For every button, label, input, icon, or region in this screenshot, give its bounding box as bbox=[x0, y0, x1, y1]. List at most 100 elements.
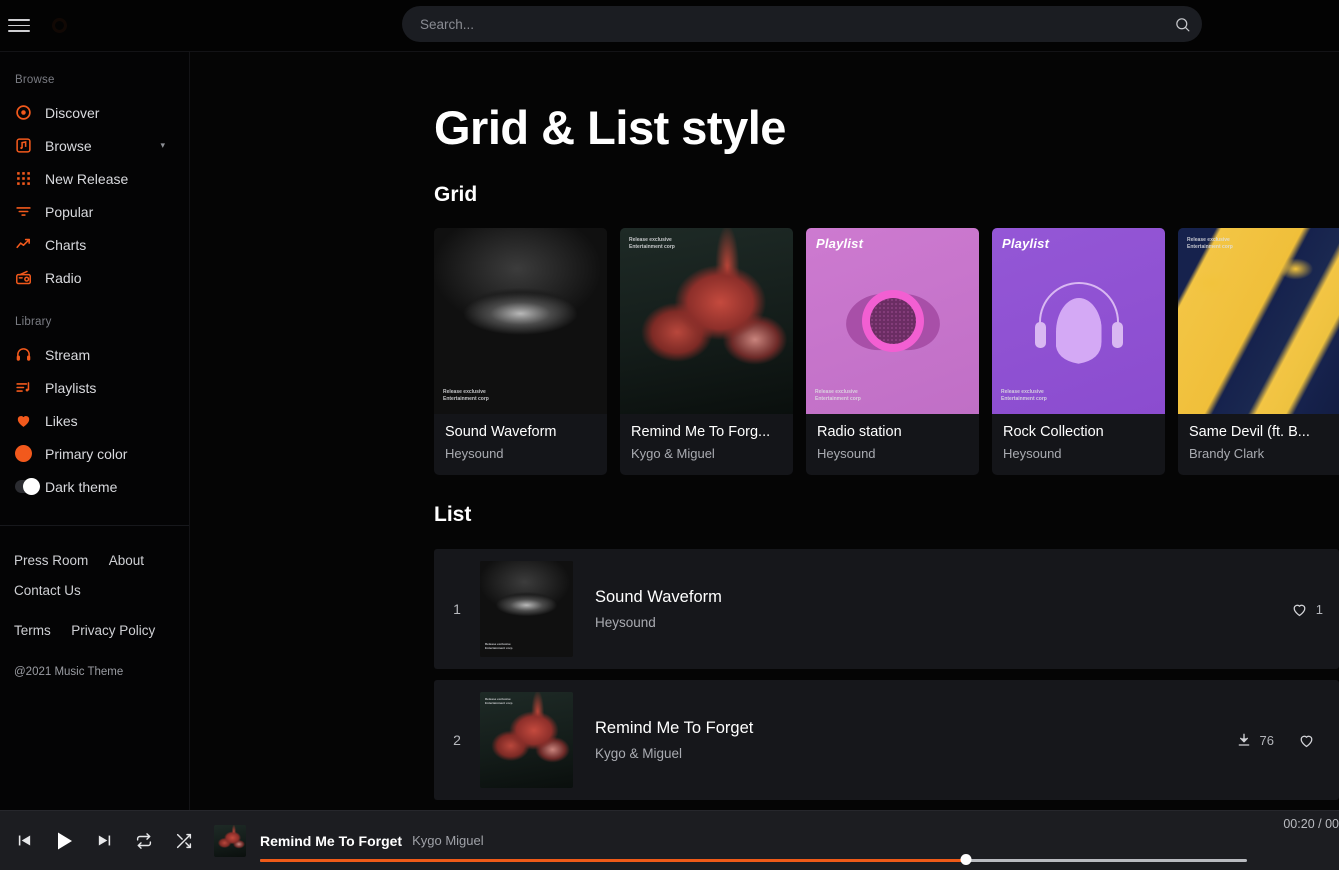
row-artist: Kygo & Miguel bbox=[595, 746, 683, 761]
like-action[interactable]: 1 bbox=[1291, 601, 1323, 618]
grid-card[interactable]: Release exclusive Entertainment corp Lip… bbox=[434, 228, 607, 475]
sidebar-item-new-release[interactable]: New Release bbox=[0, 162, 189, 195]
player-progress-fill bbox=[260, 858, 966, 862]
sidebar-item-discover[interactable]: Discover bbox=[0, 96, 189, 129]
hamburger-bar bbox=[8, 19, 30, 21]
card-artist: Heysound bbox=[817, 446, 876, 461]
grid-dots-icon bbox=[15, 170, 39, 187]
like-action[interactable] bbox=[1298, 732, 1323, 749]
play-icon[interactable] bbox=[44, 821, 84, 861]
grid-card[interactable]: Release exclusive Entertainment corp SLE… bbox=[1178, 228, 1339, 475]
download-icon[interactable] bbox=[1236, 732, 1252, 748]
search-input[interactable] bbox=[402, 16, 1162, 32]
player-album-thumbnail[interactable] bbox=[214, 824, 246, 857]
section-title-list: List bbox=[434, 503, 472, 526]
sidebar-item-label: Playlists bbox=[45, 379, 97, 396]
footer-row-primary: Press Room About bbox=[14, 552, 189, 570]
color-dot-icon bbox=[15, 445, 39, 462]
grid-card[interactable]: Release exclusive Entertainment corp BIR… bbox=[620, 228, 793, 475]
player-track-info: Remind Me To Forget Kygo Miguel bbox=[260, 821, 1247, 865]
card-artist: Brandy Clark bbox=[1189, 446, 1265, 461]
download-action[interactable]: 76 bbox=[1236, 732, 1274, 748]
sidebar-item-dark-theme[interactable]: Dark theme bbox=[0, 470, 189, 503]
footer-link-contact-us[interactable]: Contact Us bbox=[14, 583, 81, 598]
player-current-time: 00:20 bbox=[1283, 816, 1315, 831]
skip-next-icon[interactable] bbox=[84, 821, 124, 861]
row-thumbnail: Release exclusive Entertainment corp BIR… bbox=[480, 692, 573, 788]
sidebar-item-popular[interactable]: Popular bbox=[0, 195, 189, 228]
playlist-badge: Playlist bbox=[816, 236, 864, 251]
section-title-grid: Grid bbox=[434, 183, 478, 206]
headphone-body bbox=[1056, 298, 1102, 364]
table-row[interactable]: 2 Release exclusive Entertainment corp B… bbox=[434, 680, 1339, 800]
artwork-release-tag: Release exclusive Entertainment corp bbox=[443, 389, 489, 402]
vinyl-disc-icon bbox=[841, 282, 944, 360]
brand-logo[interactable]: Music bbox=[52, 9, 130, 43]
artwork-release-tag: Release exclusive Entertainment corp bbox=[1001, 389, 1047, 402]
shuffle-icon[interactable] bbox=[164, 821, 204, 861]
artwork-release-tag: Release exclusive Entertainment corp bbox=[815, 389, 861, 402]
sidebar-item-label: Likes bbox=[45, 412, 78, 429]
player-progress-knob[interactable] bbox=[960, 854, 972, 865]
card-artist: Heysound bbox=[445, 446, 504, 461]
footer-link-privacy-policy[interactable]: Privacy Policy bbox=[71, 623, 155, 638]
table-row[interactable]: 1 Lips Release exclusive Entertainment c… bbox=[434, 549, 1339, 669]
sidebar-item-stream[interactable]: Stream bbox=[0, 338, 189, 371]
heart-outline-icon[interactable] bbox=[1298, 732, 1315, 749]
card-meta: Same Devil (ft. B... Brandy Clark bbox=[1178, 414, 1339, 475]
sidebar-item-radio[interactable]: Radio bbox=[0, 261, 189, 294]
card-artwork: Playlist Release exclusive Entertainment… bbox=[806, 228, 979, 414]
sidebar-item-label: Discover bbox=[45, 104, 100, 121]
heart-outline-icon[interactable] bbox=[1291, 601, 1308, 618]
artwork-release-tag: Release exclusive Entertainment corp bbox=[629, 237, 675, 250]
repeat-icon[interactable] bbox=[124, 821, 164, 861]
row-actions: 1 bbox=[1291, 601, 1339, 618]
headphone-cup-right bbox=[1111, 321, 1123, 348]
sidebar-item-browse[interactable]: Browse ▾ bbox=[0, 129, 189, 162]
filter-icon bbox=[15, 203, 39, 220]
search-bar[interactable] bbox=[402, 6, 1202, 42]
copyright-text: @2021 Music Theme bbox=[14, 666, 124, 678]
card-title: Same Devil (ft. B... bbox=[1189, 424, 1310, 440]
sidebar-item-label: Charts bbox=[45, 236, 87, 253]
grid-card[interactable]: Playlist Release exclusive Entertainment… bbox=[992, 228, 1165, 475]
artwork-tag-line1: Release exclusive bbox=[443, 389, 486, 395]
skip-previous-icon[interactable] bbox=[4, 821, 44, 861]
artwork-release-tag: Release exclusive Entertainment corp bbox=[485, 642, 513, 650]
sidebar-item-charts[interactable]: Charts bbox=[0, 228, 189, 261]
sidebar-item-primary-color[interactable]: Primary color bbox=[0, 437, 189, 470]
row-index: 1 bbox=[453, 601, 461, 617]
hamburger-icon[interactable] bbox=[4, 13, 30, 39]
card-title: Sound Waveform bbox=[445, 424, 557, 440]
trending-up-icon bbox=[15, 236, 39, 253]
artwork-birds-image bbox=[480, 692, 573, 788]
row-title: Remind Me To Forget bbox=[595, 719, 754, 737]
top-bar: Music bbox=[0, 0, 1339, 52]
footer-link-about[interactable]: About bbox=[109, 553, 144, 568]
search-icon[interactable] bbox=[1162, 6, 1202, 42]
headphones-icon bbox=[15, 346, 39, 363]
sidebar-section-browse-label: Browse bbox=[15, 74, 55, 86]
sidebar-item-playlists[interactable]: Playlists bbox=[0, 371, 189, 404]
grid-card[interactable]: Playlist Release exclusive Entertainment… bbox=[806, 228, 979, 475]
headphones-icon bbox=[1033, 281, 1125, 368]
footer-row-legal: Terms Privacy Policy bbox=[14, 622, 189, 640]
dark-theme-toggle[interactable] bbox=[15, 478, 40, 495]
color-swatch bbox=[15, 445, 32, 462]
sidebar-item-likes[interactable]: Likes bbox=[0, 404, 189, 437]
sidebar-item-label: Stream bbox=[45, 346, 91, 363]
player-total-time: 00 bbox=[1325, 816, 1339, 831]
brand-name: Music bbox=[74, 14, 130, 36]
app-root: Music Browse Discover bbox=[0, 0, 1339, 870]
sidebar-item-label: New Release bbox=[45, 170, 129, 187]
artwork-tag-line2: Entertainment corp bbox=[485, 646, 513, 650]
footer-link-press-room[interactable]: Press Room bbox=[14, 553, 88, 568]
player-progress-bar[interactable] bbox=[260, 854, 1247, 865]
toggle-switch-icon[interactable] bbox=[15, 478, 40, 495]
card-artwork: Release exclusive Entertainment corp Lip… bbox=[434, 228, 607, 414]
row-title: Sound Waveform bbox=[595, 588, 722, 606]
artwork-tag-line1: Release exclusive bbox=[1187, 237, 1230, 243]
footer-link-terms[interactable]: Terms bbox=[14, 623, 51, 638]
chevron-down-icon[interactable]: ▾ bbox=[160, 140, 165, 151]
sidebar-item-label: Browse bbox=[45, 137, 92, 154]
